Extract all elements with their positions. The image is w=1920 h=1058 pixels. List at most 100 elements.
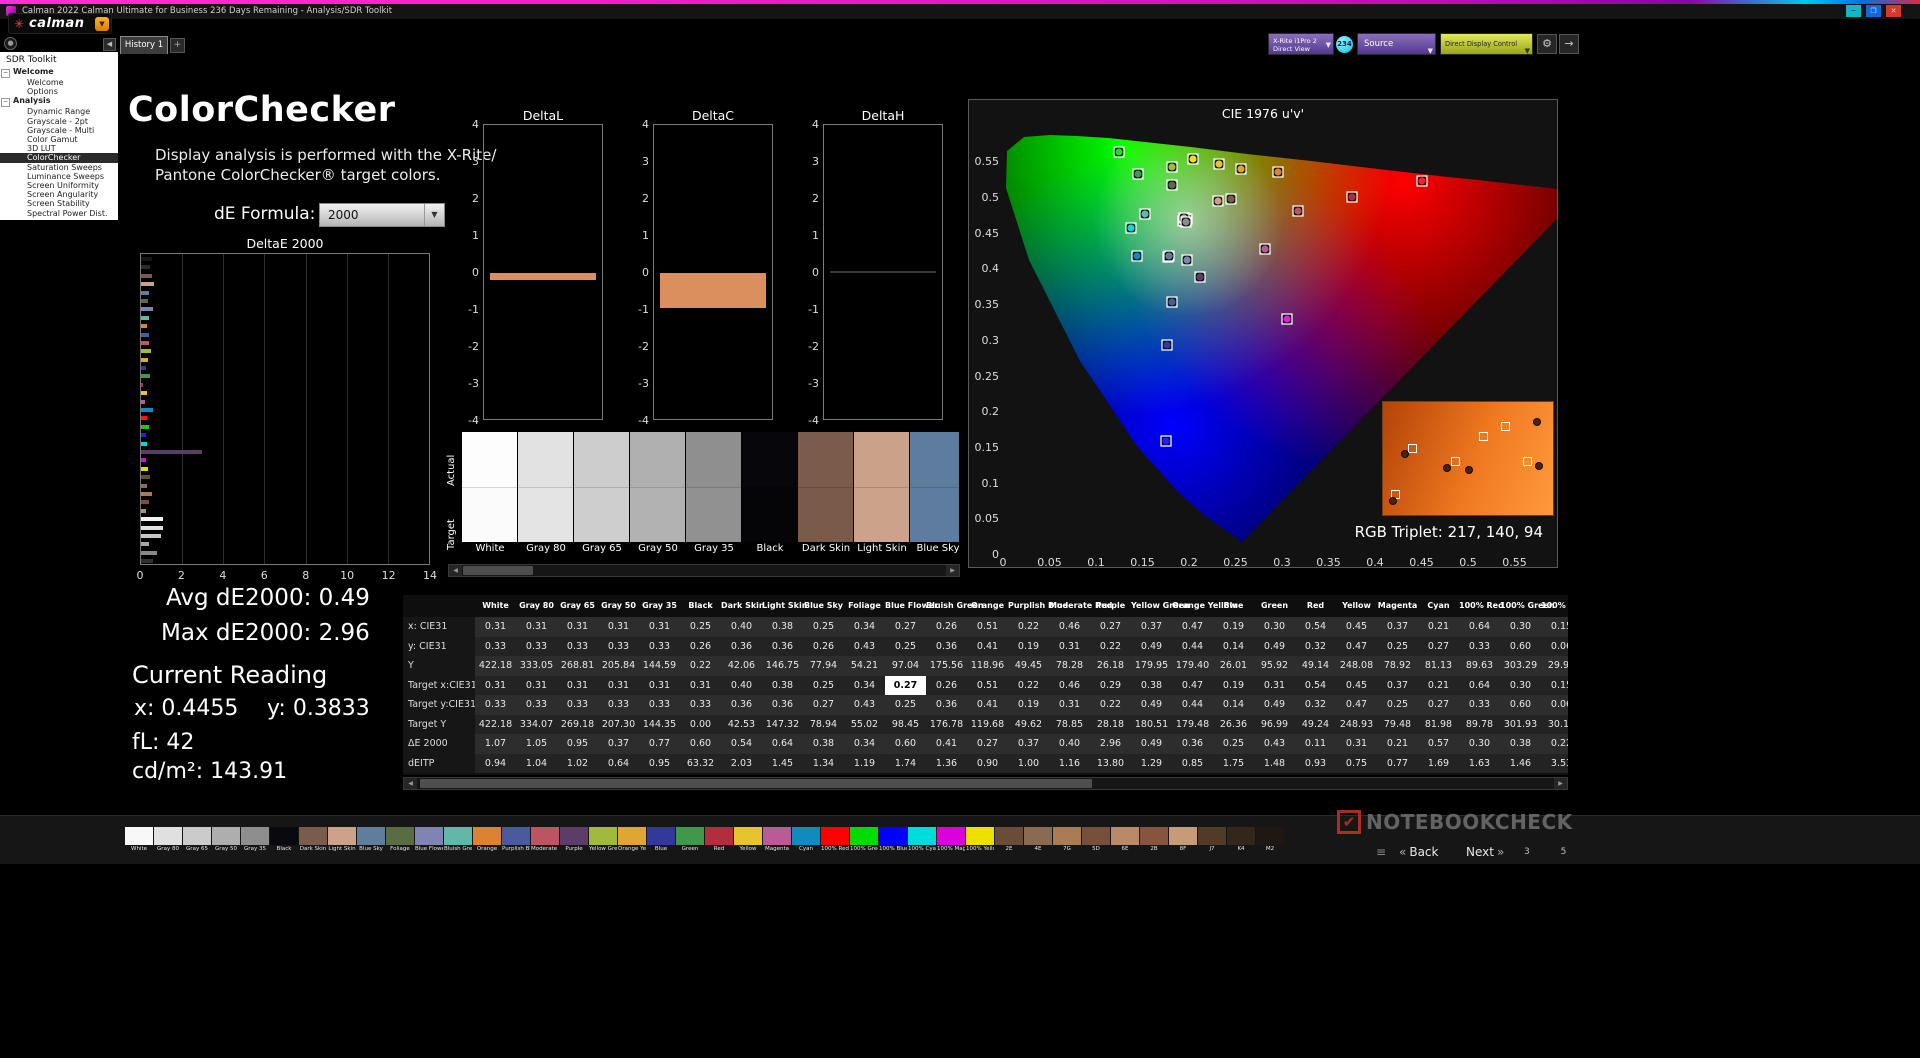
table-cell: 55.02 — [844, 714, 885, 734]
scroll-left-icon[interactable]: ◀ — [404, 778, 417, 789]
sidebar-item-spectral-power-dist-[interactable]: Spectral Power Dist. — [0, 209, 118, 218]
table-cell: 179.48 — [1172, 714, 1213, 734]
meter-dropdown[interactable]: X-Rite i1Pro 2 Direct View ▼ — [1268, 33, 1334, 55]
de2000-bar — [141, 416, 148, 421]
sidebar-item-luminance-sweeps[interactable]: Luminance Sweeps — [0, 172, 118, 181]
patch-label: 5D — [1092, 846, 1100, 852]
colorchecker-patch[interactable]: Gray 65 — [183, 827, 211, 854]
colorchecker-patch[interactable]: M2 — [1256, 827, 1284, 854]
back-button[interactable]: «Back — [1396, 845, 1438, 859]
next-button[interactable]: Next» — [1466, 845, 1507, 859]
scroll-right-icon[interactable]: ▶ — [946, 565, 959, 576]
patch-color — [183, 827, 211, 845]
sidebar-item-screen-uniformity[interactable]: Screen Uniformity — [0, 181, 118, 190]
colorchecker-patch[interactable]: White — [125, 827, 153, 854]
table-cell: 0.31 — [1336, 734, 1377, 754]
sidebar-item-grayscale-2pt[interactable]: Grayscale - 2pt — [0, 117, 118, 126]
display-control-dropdown[interactable]: Direct Display Control ▼ — [1440, 33, 1533, 55]
sidebar-item-options[interactable]: Options — [0, 87, 118, 96]
source-dropdown[interactable]: Source ▼ — [1357, 33, 1436, 55]
add-tab-button[interactable]: + — [170, 38, 185, 53]
colorchecker-patch[interactable]: 5D — [1082, 827, 1110, 854]
scroll-left-icon[interactable]: ◀ — [449, 565, 462, 576]
patch-color — [1053, 827, 1081, 845]
colorchecker-patch[interactable]: K4 — [1227, 827, 1255, 854]
workflow-menu-icon[interactable]: ≡ — [1376, 845, 1386, 859]
sidebar-item-grayscale-multi[interactable]: Grayscale - Multi — [0, 126, 118, 135]
colorchecker-patch[interactable]: 8F — [1169, 827, 1197, 854]
de-formula-select[interactable]: 2000 ▼ — [319, 203, 445, 227]
sidebar-item-welcome[interactable]: Welcome — [0, 78, 118, 87]
sidebar-item-analysis[interactable]: Analysis — [0, 96, 118, 107]
colorchecker-patch[interactable]: 100% Yellow — [966, 827, 994, 854]
sidebar-item-dynamic-range[interactable]: Dynamic Range — [0, 107, 118, 116]
sidebar-collapse-button[interactable]: ◀ — [103, 38, 116, 51]
colorchecker-patch[interactable]: 100% Cyan — [908, 827, 936, 854]
colorchecker-patch[interactable]: 6E — [1111, 827, 1139, 854]
sidebar-item-colorchecker[interactable]: ColorChecker — [0, 153, 118, 163]
maximize-button[interactable]: ❐ — [1866, 5, 1881, 17]
colorchecker-patch[interactable]: Purple — [560, 827, 588, 854]
colorchecker-patch[interactable]: Black — [270, 827, 298, 854]
scrollbar-thumb[interactable] — [463, 566, 533, 575]
colorchecker-patch[interactable]: 100% Green — [850, 827, 878, 854]
colorchecker-patch[interactable]: 2E — [995, 827, 1023, 854]
de2000-bar — [141, 550, 157, 555]
colorchecker-patch[interactable]: Gray 80 — [154, 827, 182, 854]
patch-label: 100% Magenta — [937, 846, 965, 852]
colorchecker-patch[interactable]: 100% Magenta — [937, 827, 965, 854]
colorchecker-patch[interactable]: Purplish Blue — [502, 827, 530, 854]
colorchecker-patch[interactable]: Orange — [473, 827, 501, 854]
colorchecker-patch[interactable]: Yellow Green — [589, 827, 617, 854]
colorchecker-patch[interactable]: Cyan — [792, 827, 820, 854]
sidebar-pin-button[interactable]: ● — [4, 37, 17, 50]
sidebar-item-welcome[interactable]: Welcome — [0, 67, 118, 78]
axis-tick-label: -2 — [638, 340, 649, 353]
table-scrollbar[interactable]: ◀ ▶ — [403, 777, 1568, 790]
colorchecker-patch[interactable]: J7 — [1198, 827, 1226, 854]
scroll-right-icon[interactable]: ▶ — [1554, 778, 1567, 789]
colorchecker-patch[interactable]: 100% Red — [821, 827, 849, 854]
colorchecker-patch[interactable]: Magenta — [763, 827, 791, 854]
scrollbar-thumb[interactable] — [420, 779, 1092, 788]
patch-label: Gray 80 — [157, 846, 179, 852]
colorchecker-patch[interactable]: Moderate Red — [531, 827, 559, 854]
table-cell: 0.64 — [1459, 675, 1500, 695]
settings-gear-icon[interactable]: ⚙ — [1537, 34, 1557, 54]
colorchecker-patch[interactable]: Blue Sky — [357, 827, 385, 854]
sidebar-item-saturation-sweeps[interactable]: Saturation Sweeps — [0, 163, 118, 172]
close-button[interactable]: ✕ — [1886, 5, 1901, 17]
table-column-header: Gray 65 — [560, 601, 595, 610]
colorchecker-patch[interactable]: Dark Skin — [299, 827, 327, 854]
colorchecker-patch[interactable]: Gray 50 — [212, 827, 240, 854]
colorchecker-patch[interactable]: Foliage — [386, 827, 414, 854]
panel-expand-icon[interactable]: → — [1559, 34, 1579, 54]
calman-logo-menu[interactable]: ✳ calman ▼ — [8, 13, 112, 34]
swatch-scrollbar[interactable]: ◀ ▶ — [448, 564, 960, 577]
patch-color — [792, 827, 820, 845]
colorchecker-patch[interactable]: 7G — [1053, 827, 1081, 854]
sidebar-item-color-gamut[interactable]: Color Gamut — [0, 135, 118, 144]
colorchecker-patch[interactable]: Light Skin — [328, 827, 356, 854]
tab-history-1[interactable]: History 1 — [120, 36, 168, 54]
colorchecker-patch[interactable]: Red — [705, 827, 733, 854]
colorchecker-patch[interactable]: Orange Yellow — [618, 827, 646, 854]
table-column-header: Orange — [971, 601, 1004, 610]
colorchecker-patch[interactable]: 100% Blue — [879, 827, 907, 854]
patch-color — [1169, 827, 1197, 845]
sidebar-item-screen-stability[interactable]: Screen Stability — [0, 199, 118, 208]
colorchecker-patch[interactable]: Green — [676, 827, 704, 854]
sidebar-item-3d-lut[interactable]: 3D LUT — [0, 144, 118, 153]
table-cell-selected[interactable]: 0.27 — [885, 675, 926, 695]
colorchecker-patch[interactable]: Gray 35 — [241, 827, 269, 854]
minimize-button[interactable]: ─ — [1846, 5, 1861, 17]
colorchecker-patch[interactable]: Bluish Green — [444, 827, 472, 854]
colorchecker-patch[interactable]: 4E — [1024, 827, 1052, 854]
colorchecker-patch[interactable]: Blue — [647, 827, 675, 854]
logo-dropdown-chevron-icon[interactable]: ▼ — [95, 17, 109, 31]
colorchecker-patch[interactable]: Yellow — [734, 827, 762, 854]
titlebar[interactable]: Calman 2022 Calman Ultimate for Business… — [0, 4, 1920, 19]
colorchecker-patch[interactable]: 2B — [1140, 827, 1168, 854]
sidebar-item-screen-angularity[interactable]: Screen Angularity — [0, 190, 118, 199]
colorchecker-patch[interactable]: Blue Flower — [415, 827, 443, 854]
